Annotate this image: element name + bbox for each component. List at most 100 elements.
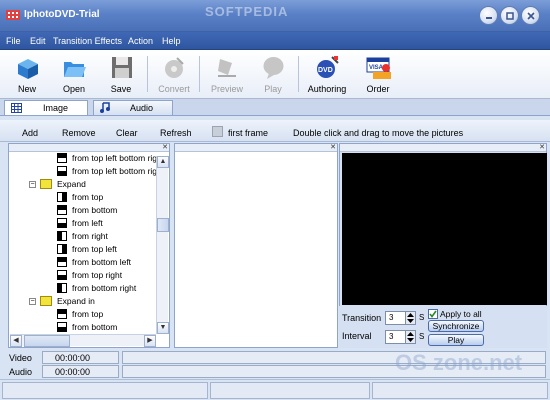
oszone-watermark: OS zone.net — [395, 350, 523, 375]
add-button[interactable]: Add — [22, 128, 38, 138]
transition-effect-icon — [57, 244, 67, 254]
synchronize-button[interactable]: Synchronize — [428, 320, 484, 332]
panel-close-icon[interactable]: ✕ — [162, 144, 168, 152]
checkmark-icon — [429, 310, 437, 318]
toolbar: New Open Save Convert Preview Play DVD A… — [0, 50, 550, 99]
status-pane — [372, 382, 548, 399]
drag-hint-text: Double click and drag to move the pictur… — [293, 128, 464, 138]
scroll-down-arrow-icon[interactable]: ▼ — [157, 322, 169, 334]
video-time: 00:00:00 — [55, 353, 91, 363]
tree-item[interactable]: from top right — [10, 269, 156, 282]
apply-to-all-checkbox[interactable] — [428, 309, 438, 319]
tree-item[interactable]: from top left — [10, 243, 156, 256]
open-button[interactable]: Open — [53, 52, 95, 96]
svg-text:DVD: DVD — [318, 67, 333, 74]
order-button[interactable]: VISA Order — [357, 52, 399, 96]
video-time-box: 00:00:00 — [42, 351, 119, 364]
tree-item[interactable]: from bottom left — [10, 256, 156, 269]
play-button[interactable]: Play — [428, 334, 484, 346]
panel-close-icon[interactable]: ✕ — [539, 144, 545, 152]
credit-card-icon: VISA — [366, 57, 391, 79]
folder-icon — [40, 296, 52, 306]
transition-effect-icon — [57, 205, 67, 215]
collapse-toggle-icon[interactable]: − — [29, 181, 36, 188]
panel-close-icon[interactable]: ✕ — [330, 144, 336, 152]
convert-icon — [165, 57, 184, 78]
tab-image[interactable]: Image — [4, 100, 88, 115]
tree-scroll-thumb[interactable] — [157, 218, 169, 232]
apply-to-all-label: Apply to all — [440, 309, 482, 319]
clear-button[interactable]: Clear — [116, 128, 138, 138]
tree-item[interactable]: from top — [10, 191, 156, 204]
menu-edit[interactable]: Edit — [30, 36, 46, 46]
tree-item[interactable]: from top left bottom rig — [10, 165, 156, 178]
scroll-left-arrow-icon[interactable]: ◀ — [10, 335, 22, 347]
collapse-toggle-icon[interactable]: − — [29, 298, 36, 305]
transition-effect-icon — [57, 153, 67, 163]
transition-effect-icon — [57, 257, 67, 267]
authoring-button[interactable]: DVD Authoring — [304, 52, 350, 96]
tree-item-label: from top left bottom rig — [72, 153, 156, 163]
tree-folder[interactable]: − Expand in — [10, 295, 156, 308]
menu-file[interactable]: File — [6, 36, 21, 46]
status-pane — [210, 382, 370, 399]
tree-item-label: from bottom right — [72, 283, 137, 293]
new-button[interactable]: New — [6, 52, 48, 96]
app-icon — [6, 9, 20, 21]
status-pane — [2, 382, 208, 399]
tree-item-label: from bottom — [72, 322, 118, 332]
preview-icon — [218, 59, 236, 77]
panel-header: ✕ — [175, 144, 337, 152]
first-frame-checkbox[interactable] — [212, 126, 223, 137]
tree-item[interactable]: from bottom right — [10, 282, 156, 295]
video-track-label: Video — [9, 353, 32, 363]
new-label: New — [17, 84, 36, 94]
tree-hscroll-thumb[interactable] — [24, 335, 70, 347]
scroll-right-arrow-icon[interactable]: ▶ — [144, 335, 156, 347]
spin-arrows-icon — [407, 313, 414, 323]
preview-button[interactable]: Preview — [206, 52, 248, 96]
interval-spin-buttons[interactable] — [405, 330, 416, 344]
convert-button[interactable]: Convert — [153, 52, 195, 96]
authoring-label: Authoring — [307, 84, 347, 94]
menu-action[interactable]: Action — [128, 36, 153, 46]
save-button[interactable]: Save — [100, 52, 142, 96]
interval-unit: S — [419, 332, 425, 341]
tree-item[interactable]: from bottom — [10, 321, 156, 334]
close-button[interactable] — [521, 6, 540, 25]
tree-horizontal-scrollbar[interactable]: ◀ ▶ — [10, 334, 156, 347]
transition-effect-icon — [57, 283, 67, 293]
tree-vertical-scrollbar[interactable]: ▲ ▼ — [156, 156, 169, 334]
tree-item-label: from top — [72, 309, 104, 319]
tree-item[interactable]: from top — [10, 308, 156, 321]
refresh-button[interactable]: Refresh — [160, 128, 192, 138]
tree-folder[interactable]: − Expand — [10, 178, 156, 191]
menu-bar: File Edit Transition Effects Action Help — [0, 32, 550, 50]
tree-item[interactable]: from top left bottom rig — [10, 152, 156, 165]
transition-effect-icon — [57, 166, 67, 176]
maximize-button[interactable] — [500, 6, 519, 25]
remove-button[interactable]: Remove — [62, 128, 96, 138]
scroll-up-arrow-icon[interactable]: ▲ — [157, 156, 169, 168]
first-frame-label: first frame — [228, 128, 269, 138]
audio-time: 00:00:00 — [55, 367, 91, 377]
tab-audio-label: Audio — [130, 103, 154, 113]
transition-effect-icon — [57, 218, 67, 228]
minimize-icon — [486, 17, 492, 19]
menu-transition-effects[interactable]: Transition Effects — [53, 36, 122, 46]
tree-item[interactable]: from bottom — [10, 204, 156, 217]
picture-list-panel[interactable]: ✕ — [174, 143, 338, 348]
tree-item-label: from top left — [72, 244, 117, 254]
tree-item[interactable]: from left — [10, 217, 156, 230]
play-bubble-icon — [263, 57, 284, 79]
new-icon — [18, 59, 38, 79]
transition-spin-buttons[interactable] — [405, 311, 416, 325]
play-label: Play — [264, 84, 282, 94]
tree-item-label: from bottom — [72, 205, 118, 215]
minimize-button[interactable] — [479, 6, 498, 25]
menu-help[interactable]: Help — [162, 36, 181, 46]
play-toolbar-button[interactable]: Play — [252, 52, 294, 96]
floppy-disk-icon — [112, 57, 132, 78]
tab-audio[interactable]: Audio — [93, 100, 173, 115]
tree-item[interactable]: from right — [10, 230, 156, 243]
